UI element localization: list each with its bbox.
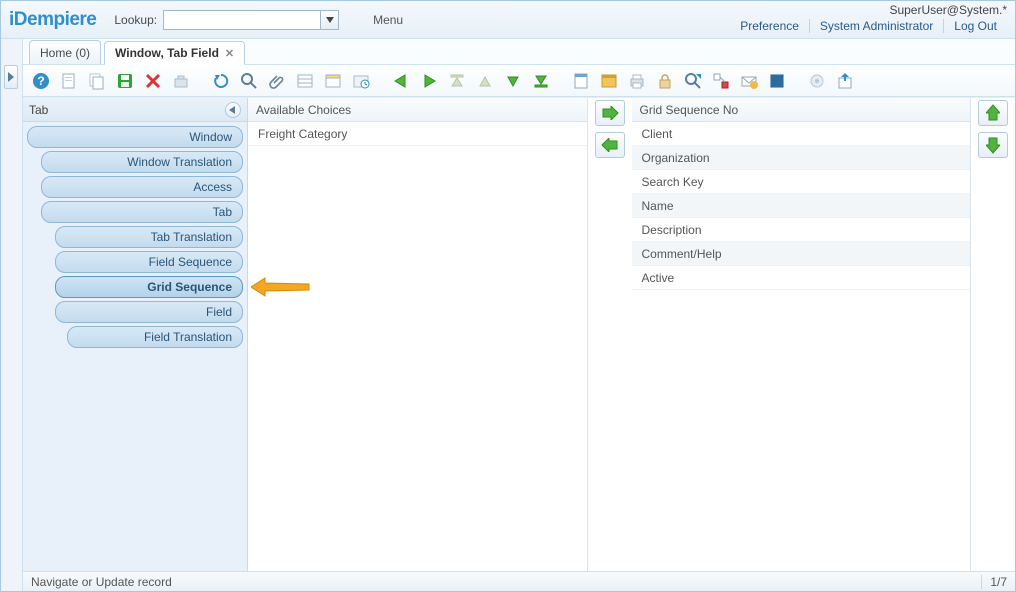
sequence-header: Grid Sequence No — [632, 98, 971, 122]
application-window: iDempiere Lookup: Menu SuperUser@System.… — [0, 0, 1016, 592]
lookup-label: Lookup: — [114, 13, 157, 27]
status-message: Navigate or Update record — [31, 575, 172, 589]
zoom-across-icon[interactable] — [681, 69, 705, 93]
workarea: Tab Window Window Translation Access Tab Tab… — [23, 97, 1015, 571]
nav-item-field-translation[interactable]: Field Translation — [67, 326, 243, 348]
toolbar: ? — [23, 65, 1015, 97]
tab-window-tab-field[interactable]: Window, Tab Field ✕ — [104, 41, 245, 65]
refresh-icon[interactable] — [209, 69, 233, 93]
list-item[interactable]: Description — [632, 218, 971, 242]
sidepanel-toggle[interactable] — [4, 65, 18, 89]
list-item[interactable]: Client — [632, 122, 971, 146]
last-record-icon[interactable] — [529, 69, 553, 93]
preference-link[interactable]: Preference — [730, 19, 809, 33]
lookup-group: Lookup: — [114, 10, 339, 30]
product-info-icon[interactable] — [765, 69, 789, 93]
body: Home (0) Window, Tab Field ✕ ? — [1, 39, 1015, 591]
active-workflow-icon[interactable] — [709, 69, 733, 93]
dropdown-arrow-icon[interactable] — [321, 10, 339, 30]
nav-item-access[interactable]: Access — [41, 176, 243, 198]
first-record-icon[interactable] — [445, 69, 469, 93]
list-item[interactable]: Name — [632, 194, 971, 218]
undo-icon[interactable] — [169, 69, 193, 93]
available-choices-header: Available Choices — [248, 98, 587, 122]
find-icon[interactable] — [237, 69, 261, 93]
content: Home (0) Window, Tab Field ✕ ? — [23, 39, 1015, 591]
move-right-button[interactable] — [595, 100, 625, 126]
nav-item-window[interactable]: Window — [27, 126, 243, 148]
lock-icon[interactable] — [653, 69, 677, 93]
available-choices-panel: Available Choices Freight Category — [248, 98, 588, 571]
tab-home[interactable]: Home (0) — [29, 40, 101, 64]
help-icon[interactable]: ? — [29, 69, 53, 93]
attachment-icon[interactable] — [265, 69, 289, 93]
tab-home-label: Home (0) — [40, 46, 90, 60]
history-icon[interactable] — [349, 69, 373, 93]
move-left-button[interactable] — [595, 132, 625, 158]
previous-record-icon[interactable] — [473, 69, 497, 93]
nav-item-grid-sequence[interactable]: Grid Sequence — [55, 276, 243, 298]
header-bar: iDempiere Lookup: Menu SuperUser@System.… — [1, 1, 1015, 39]
nav-item-field[interactable]: Field — [55, 301, 243, 323]
delete-icon[interactable] — [141, 69, 165, 93]
list-item[interactable]: Organization — [632, 146, 971, 170]
sequence-list[interactable]: ClientOrganizationSearch KeyNameDescript… — [632, 122, 971, 571]
new-record-icon[interactable] — [57, 69, 81, 93]
nav-item-window-translation[interactable]: Window Translation — [41, 151, 243, 173]
parent-record-icon[interactable] — [389, 69, 413, 93]
app-logo: iDempiere — [9, 9, 96, 31]
sequence-panel: Grid Sequence No ClientOrganizationSearc… — [632, 98, 972, 571]
export-icon[interactable] — [833, 69, 857, 93]
grid-toggle-icon[interactable] — [293, 69, 317, 93]
role-link[interactable]: System Administrator — [809, 19, 943, 33]
nav-item-tab-translation[interactable]: Tab Translation — [55, 226, 243, 248]
menu-link[interactable]: Menu — [373, 13, 403, 27]
lookup-input[interactable] — [163, 10, 321, 30]
tab-active-label: Window, Tab Field — [115, 46, 219, 60]
move-buttons — [588, 98, 632, 571]
nav-item-tab[interactable]: Tab — [41, 201, 243, 223]
report-icon[interactable] — [569, 69, 593, 93]
next-record-icon[interactable] — [501, 69, 525, 93]
list-item[interactable]: Freight Category — [248, 122, 587, 146]
close-icon[interactable]: ✕ — [225, 47, 234, 60]
logout-link[interactable]: Log Out — [943, 19, 1007, 33]
tab-nav-title: Tab — [23, 98, 247, 122]
tab-nav-title-text: Tab — [29, 103, 48, 117]
tab-nav-panel: Tab Window Window Translation Access Tab Tab… — [23, 98, 248, 571]
request-icon[interactable] — [737, 69, 761, 93]
user-info: SuperUser@System.* — [730, 3, 1007, 17]
archive-icon[interactable] — [597, 69, 621, 93]
process-icon[interactable] — [805, 69, 829, 93]
status-bar: Navigate or Update record 1/7 — [23, 571, 1015, 591]
list-item[interactable]: Comment/Help — [632, 242, 971, 266]
svg-text:?: ? — [37, 74, 44, 88]
multi-record-icon[interactable] — [321, 69, 345, 93]
order-buttons — [971, 98, 1015, 571]
header-right: SuperUser@System.* Preference System Adm… — [730, 3, 1007, 33]
save-icon[interactable] — [113, 69, 137, 93]
status-position: 1/7 — [981, 575, 1007, 589]
move-up-button[interactable] — [978, 100, 1008, 126]
print-icon[interactable] — [625, 69, 649, 93]
copy-record-icon[interactable] — [85, 69, 109, 93]
header-links: Preference System Administrator Log Out — [730, 19, 1007, 33]
available-choices-list[interactable]: Freight Category — [248, 122, 587, 571]
list-item[interactable]: Active — [632, 266, 971, 290]
lookup-combo[interactable] — [163, 10, 339, 30]
nav-item-field-sequence[interactable]: Field Sequence — [55, 251, 243, 273]
move-down-button[interactable] — [978, 132, 1008, 158]
tab-nav-list: Window Window Translation Access Tab Tab Tra… — [23, 122, 247, 352]
left-edge-strip — [1, 39, 23, 591]
document-tabs: Home (0) Window, Tab Field ✕ — [23, 39, 1015, 65]
list-item[interactable]: Search Key — [632, 170, 971, 194]
detail-record-icon[interactable] — [417, 69, 441, 93]
collapse-icon[interactable] — [225, 102, 241, 118]
